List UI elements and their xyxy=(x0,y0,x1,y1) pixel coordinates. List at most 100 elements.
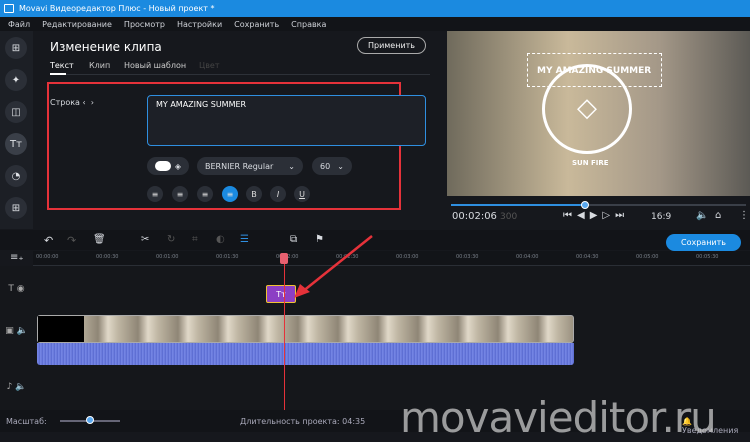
ruler-label: 00:04:30 xyxy=(576,254,599,260)
toggle-switch[interactable] xyxy=(155,161,171,171)
ruler-label: 00:05:30 xyxy=(696,254,719,260)
player-controls: 00:02:06 300 ⏮◀▶▷⏭ 16:9 🔈 ⌂ ⋮ xyxy=(447,196,750,230)
transitions-icon[interactable]: ◫ xyxy=(5,101,27,123)
ruler-label: 00:01:00 xyxy=(156,254,179,260)
watermark: movavieditor.ru xyxy=(400,393,717,442)
stickers-icon[interactable]: ◔ xyxy=(5,165,27,187)
row-selector: Строка ‹ › xyxy=(50,98,94,107)
apply-button[interactable]: Применить xyxy=(357,37,426,54)
mute-icon[interactable]: 🔈 xyxy=(15,382,26,392)
italic-button[interactable]: I xyxy=(270,186,286,202)
title-track-icon: T xyxy=(8,284,14,294)
video-clip[interactable] xyxy=(37,315,574,343)
playhead-handle[interactable] xyxy=(280,253,288,264)
project-duration: Длительность проекта: 04:35 xyxy=(240,417,366,426)
ruler-label: 00:01:30 xyxy=(216,254,239,260)
video-track-icon: ▣ xyxy=(5,326,14,336)
music-track-icon: ♪ xyxy=(6,382,13,392)
diamond-icon: ◇ xyxy=(577,93,597,123)
undo-icon[interactable]: ↶ xyxy=(44,234,53,247)
clip-properties-icon[interactable]: ☰ xyxy=(240,234,249,245)
prev-row-icon[interactable]: ‹ xyxy=(83,98,86,107)
seek-handle[interactable] xyxy=(581,201,589,209)
size-value: 60 xyxy=(320,161,331,171)
tab-clip[interactable]: Клип xyxy=(89,61,110,70)
tab-text[interactable]: Текст xyxy=(50,61,74,70)
window-title: Movavi Видеоредактор Плюс - Новый проект… xyxy=(19,4,215,13)
redo-icon[interactable]: ↷ xyxy=(67,234,76,247)
ruler-label: 00:04:00 xyxy=(516,254,539,260)
add-track-icon[interactable]: ≡₊ xyxy=(10,252,24,263)
visibility-icon[interactable]: ◉ xyxy=(17,284,25,294)
playback-buttons[interactable]: ⏮◀▶▷⏭ xyxy=(563,210,629,221)
menu-settings[interactable]: Настройки xyxy=(177,20,222,29)
title-text-input[interactable]: MY AMAZING SUMMER xyxy=(147,95,426,146)
titles-icon[interactable]: Tт xyxy=(5,133,27,155)
chevron-down-icon: ⌄ xyxy=(288,161,295,171)
chevron-down-icon: ⌄ xyxy=(337,161,344,171)
title-track-header: T ◉ xyxy=(0,284,33,294)
menu-view[interactable]: Просмотр xyxy=(124,20,165,29)
snapshot-icon[interactable]: ⌂ xyxy=(715,210,721,221)
underline-button[interactable]: U xyxy=(294,186,310,202)
video-preview[interactable]: MY AMAZING SUMMER ◇ SUN FIRE xyxy=(447,31,750,196)
volume-icon[interactable]: 🔈 xyxy=(696,210,708,221)
menu-edit[interactable]: Редактирование xyxy=(42,20,112,29)
delete-icon[interactable]: 🗑 xyxy=(93,234,106,245)
fill-color-icon[interactable]: ◈ xyxy=(175,162,181,171)
menu-help[interactable]: Справка xyxy=(291,20,326,29)
panel-title: Изменение клипа xyxy=(50,40,162,54)
overlay-title: MY AMAZING SUMMER xyxy=(537,66,652,76)
timeline-ruler[interactable]: 00:00:0000:00:3000:01:0000:01:3000:02:00… xyxy=(33,251,750,266)
audio-track-header: ♪ 🔈 xyxy=(0,382,33,392)
crop-icon[interactable]: ⌗ xyxy=(192,234,198,245)
color-toggle[interactable]: ◈ xyxy=(147,157,189,175)
video-track-header: ▣ 🔈 xyxy=(0,326,33,336)
menu-file[interactable]: Файл xyxy=(8,20,30,29)
app-icon xyxy=(4,4,14,13)
more-icon[interactable]: ⋮ xyxy=(739,210,749,221)
tool-sidebar: ⊞ ✦ ◫ Tт ◔ ⊞ xyxy=(0,31,33,229)
save-button[interactable]: Сохранить xyxy=(666,234,741,251)
playhead-line[interactable] xyxy=(284,256,285,410)
align-left-icon[interactable]: ≡ xyxy=(147,186,163,202)
next-row-icon[interactable]: › xyxy=(91,98,94,107)
seek-progress xyxy=(451,204,585,206)
current-time: 00:02:06 xyxy=(452,211,497,222)
menu-bar: Файл Редактирование Просмотр Настройки С… xyxy=(0,17,750,31)
ruler-label: 00:03:00 xyxy=(396,254,419,260)
aspect-ratio-select[interactable]: 16:9 xyxy=(651,212,671,222)
tab-divider xyxy=(50,74,430,75)
mute-icon[interactable]: 🔈 xyxy=(17,326,28,336)
overlay-subtitle: SUN FIRE xyxy=(572,159,609,167)
zoom-slider-handle[interactable] xyxy=(86,416,94,424)
ruler-label: 00:05:00 xyxy=(636,254,659,260)
tab-indicator xyxy=(50,73,66,75)
ruler-label: 00:03:30 xyxy=(456,254,479,260)
align-center-icon[interactable]: ≡ xyxy=(172,186,188,202)
color-adjust-icon[interactable]: ◐ xyxy=(216,234,225,245)
annotation-arrow xyxy=(294,235,373,298)
row-label: Строка xyxy=(50,98,80,107)
magic-wand-icon[interactable]: ✦ xyxy=(5,69,27,91)
size-select[interactable]: 60 ⌄ xyxy=(312,157,352,175)
font-select[interactable]: BERNIER Regular ⌄ xyxy=(197,157,303,175)
import-icon[interactable]: ⊞ xyxy=(5,37,27,59)
font-value: BERNIER Regular xyxy=(205,161,274,171)
scale-label: Масштаб: xyxy=(6,417,47,426)
ruler-label: 00:00:00 xyxy=(36,254,59,260)
align-justify-icon[interactable]: ≡ xyxy=(222,186,238,202)
cut-icon[interactable]: ✂ xyxy=(141,234,149,245)
current-ms: 300 xyxy=(500,212,518,222)
rotate-icon[interactable]: ↻ xyxy=(167,234,175,245)
more-tools-icon[interactable]: ⊞ xyxy=(5,197,27,219)
tab-new-template[interactable]: Новый шаблон xyxy=(124,61,186,70)
align-right-icon[interactable]: ≡ xyxy=(197,186,213,202)
bold-button[interactable]: B xyxy=(246,186,262,202)
menu-save[interactable]: Сохранить xyxy=(234,20,279,29)
video-clip-black-frame xyxy=(38,316,84,342)
tab-color: Цвет xyxy=(199,61,220,70)
title-bar: Movavi Видеоредактор Плюс - Новый проект… xyxy=(0,0,750,17)
ruler-label: 00:00:30 xyxy=(96,254,119,260)
audio-waveform[interactable] xyxy=(37,343,574,365)
